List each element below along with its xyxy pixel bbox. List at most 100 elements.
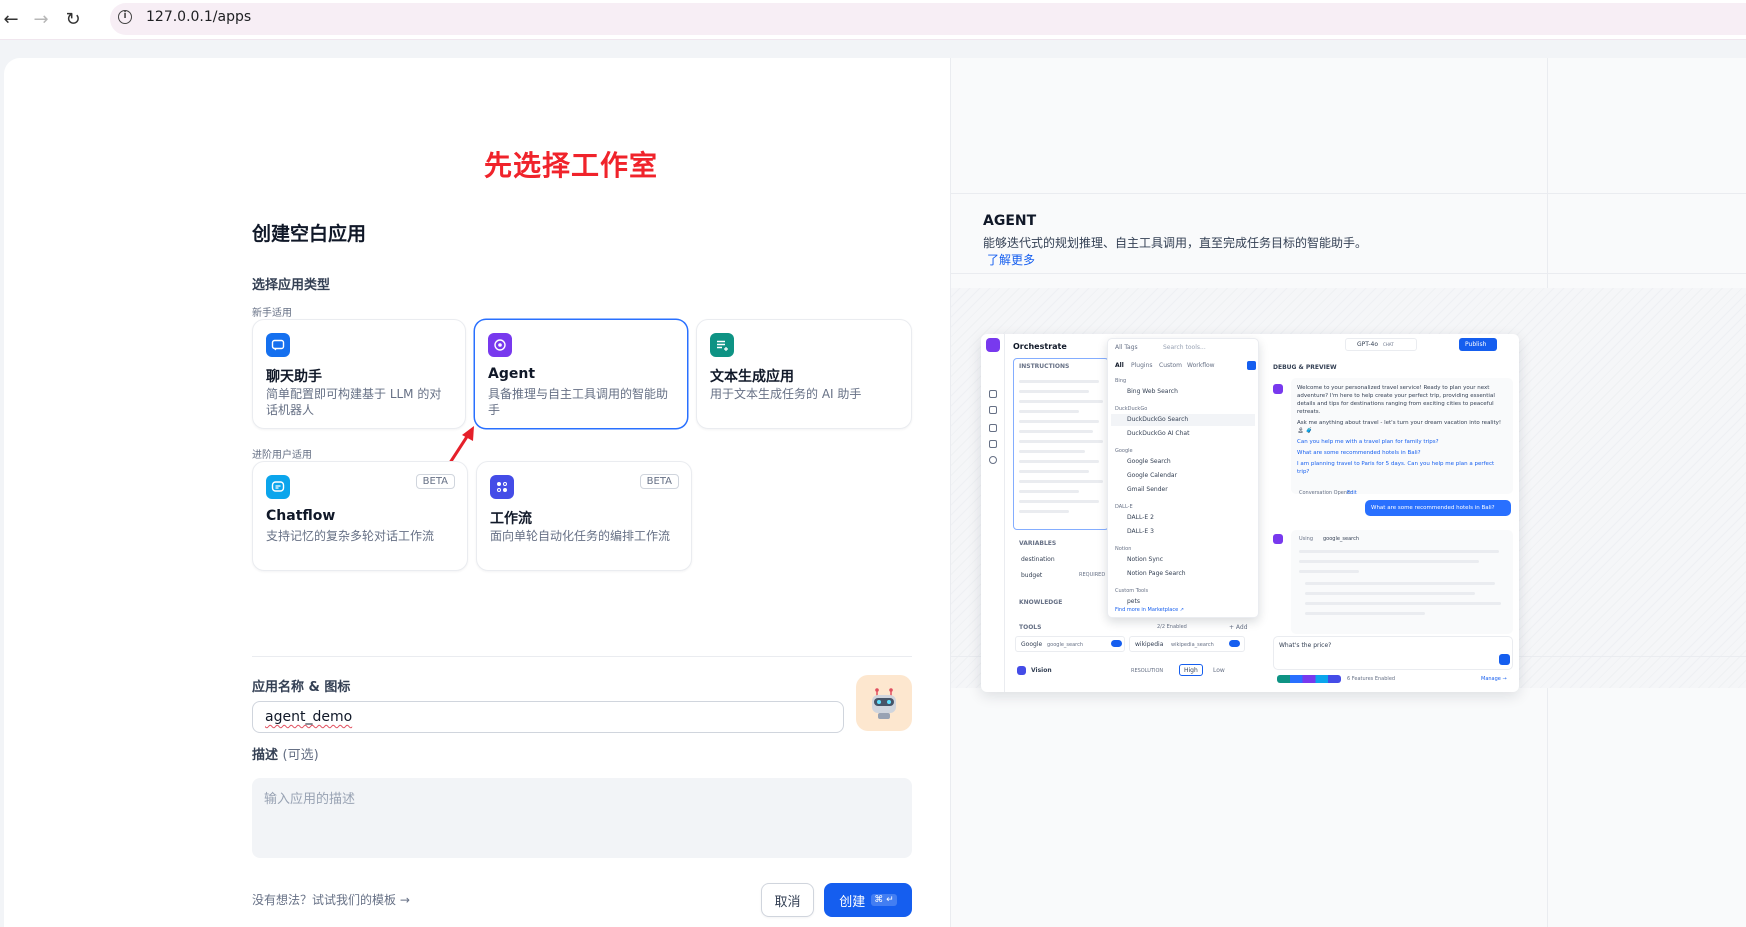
mock-orchestrate: Orchestrate bbox=[1013, 342, 1067, 351]
mock-line bbox=[1299, 570, 1359, 573]
card-name: Agent bbox=[488, 366, 536, 382]
reload-icon[interactable]: ↻ bbox=[62, 8, 84, 30]
app-type-agent[interactable]: Agent 具备推理与自主工具调用的智能助手 bbox=[474, 319, 688, 429]
mock-user-message: What are some recommended hotels in Bali… bbox=[1365, 500, 1511, 516]
mock-line bbox=[1019, 460, 1099, 463]
mock-all-tags: All Tags bbox=[1115, 344, 1138, 351]
mock-suggestion: I am planning travel to Paris for 5 days… bbox=[1297, 461, 1495, 475]
grid-line bbox=[951, 193, 1746, 194]
grid-line bbox=[951, 273, 1746, 274]
app-type-text-generation[interactable]: 文本生成应用 用于文本生成任务的 AI 助手 bbox=[696, 319, 912, 429]
divider bbox=[252, 656, 912, 657]
mock-edit: Edit bbox=[1347, 490, 1357, 496]
mock-find-more: Find more in Marketplace ↗ bbox=[1115, 607, 1184, 613]
template-link-text: 没有想法？试试我们的模板 bbox=[252, 893, 397, 907]
create-button[interactable]: 创建 ⌘ ↵ bbox=[824, 883, 912, 917]
mock-line bbox=[1019, 410, 1079, 413]
mock-tool: Google bbox=[1021, 641, 1043, 648]
create-app-panel: 先选择工作室 创建空白应用 选择应用类型 新手适用 聊天助手 简单配置即可构建基… bbox=[4, 58, 950, 927]
mock-using: Using bbox=[1299, 536, 1313, 542]
address-bar[interactable] bbox=[110, 3, 1746, 35]
mock-line bbox=[1305, 582, 1495, 585]
mock-rail-icon bbox=[989, 406, 997, 414]
arrow-right-icon: → bbox=[399, 893, 410, 907]
page: 先选择工作室 创建空白应用 选择应用类型 新手适用 聊天助手 简单配置即可构建基… bbox=[0, 40, 1746, 927]
card-desc: 简单配置即可构建基于 LLM 的对话机器人 bbox=[266, 387, 442, 417]
learn-more-link[interactable]: 了解更多 bbox=[987, 251, 1035, 268]
desc-placeholder: 输入应用的描述 bbox=[264, 792, 356, 807]
mock-var: budget bbox=[1021, 572, 1043, 579]
mock-vision: Vision bbox=[1031, 667, 1052, 674]
mock-tool-item: Bing Web Search bbox=[1127, 388, 1178, 395]
workflow-icon bbox=[490, 475, 514, 499]
preview-desc: 能够迭代式的规划推理、自主工具调用，直至完成任务目标的智能助手。 bbox=[983, 236, 1368, 250]
mock-instructions-label: INSTRUCTIONS bbox=[1019, 363, 1070, 370]
mock-line bbox=[1019, 510, 1069, 513]
app-type-chat-assistant[interactable]: 聊天助手 简单配置即可构建基于 LLM 的对话机器人 bbox=[252, 319, 466, 429]
mock-model-select bbox=[1345, 338, 1417, 351]
mock-manage: Manage → bbox=[1481, 676, 1507, 682]
mock-search-tools: Search tools... bbox=[1163, 344, 1206, 351]
mock-tool-sub: wikipedia_search bbox=[1171, 642, 1214, 648]
mock-suggestion: Can you help me with a travel plan for f… bbox=[1297, 439, 1439, 445]
advanced-label: 进阶用户适用 bbox=[252, 450, 312, 461]
mock-variables-label: VARIABLES bbox=[1019, 540, 1057, 547]
beta-badge: BETA bbox=[639, 474, 679, 489]
mock-toggle bbox=[1111, 640, 1122, 647]
mock-line bbox=[1019, 390, 1089, 393]
mock-tool-item: DALL-E 3 bbox=[1127, 528, 1154, 535]
card-name: Chatflow bbox=[266, 508, 336, 524]
mock-line bbox=[1019, 450, 1085, 453]
mock-tab: Plugins bbox=[1131, 362, 1153, 369]
mock-model: GPT-4o bbox=[1357, 341, 1379, 348]
app-type-workflow[interactable]: BETA 工作流 面向单轮自动化任务的编排工作流 bbox=[476, 461, 692, 571]
mock-line bbox=[1305, 602, 1501, 605]
mock-group: DuckDuckGo bbox=[1115, 406, 1148, 412]
text-generate-icon bbox=[710, 333, 734, 357]
mock-knowledge-label: KNOWLEDGE bbox=[1019, 599, 1063, 606]
url-text[interactable]: 127.0.0.1/apps bbox=[146, 9, 251, 25]
mock-tool-item: DALL-E 2 bbox=[1127, 514, 1154, 521]
mock-resolution: RESOLUTION bbox=[1131, 668, 1164, 674]
mock-welcome-bubble: Welcome to your personalized travel serv… bbox=[1291, 378, 1513, 494]
mock-app-icon bbox=[986, 338, 1000, 352]
mock-group: DALL-E bbox=[1115, 504, 1133, 510]
mock-bot-avatar bbox=[1273, 384, 1283, 394]
mock-rail-icon bbox=[989, 456, 997, 464]
app-type-preview-panel: AGENT 能够迭代式的规划推理、自主工具调用，直至完成任务目标的智能助手。 了… bbox=[950, 58, 1746, 927]
card-desc: 面向单轮自动化任务的编排工作流 bbox=[490, 529, 671, 543]
desc-label: 描述 (可选) bbox=[252, 744, 319, 763]
mock-opener: Conversation Opener bbox=[1299, 490, 1353, 496]
forward-icon[interactable]: → bbox=[30, 8, 52, 30]
mock-welcome: Welcome to your personalized travel serv… bbox=[1297, 385, 1495, 415]
card-desc: 用于文本生成任务的 AI 助手 bbox=[710, 387, 862, 401]
mock-high-text: High bbox=[1184, 667, 1198, 674]
create-label: 创建 bbox=[839, 894, 866, 910]
card-desc: 支持记忆的复杂多轮对话工作流 bbox=[266, 529, 435, 543]
annotation-text: 先选择工作室 bbox=[484, 149, 659, 182]
browser-toolbar: ← → ↻ i 127.0.0.1/apps bbox=[0, 0, 1746, 40]
mock-ask: Ask me anything about travel - let's tur… bbox=[1297, 420, 1502, 434]
site-info-icon[interactable]: i bbox=[118, 10, 132, 24]
mock-tools-enabled: 2/2 Enabled bbox=[1157, 624, 1187, 630]
mock-instructions-box bbox=[1013, 358, 1109, 530]
mock-line bbox=[1305, 612, 1425, 615]
template-link[interactable]: 没有想法？试试我们的模板 → bbox=[252, 891, 410, 908]
mock-line bbox=[1019, 380, 1099, 383]
app-type-chatflow[interactable]: BETA Chatflow 支持记忆的复杂多轮对话工作流 bbox=[252, 461, 468, 571]
mock-required: REQUIRED bbox=[1079, 572, 1106, 578]
app-avatar-icon[interactable] bbox=[856, 675, 912, 731]
card-name: 聊天助手 bbox=[266, 369, 322, 385]
app-name-input[interactable]: agent_demo bbox=[252, 701, 844, 733]
mock-group: Google bbox=[1115, 448, 1133, 454]
mock-tab: Custom bbox=[1159, 362, 1182, 369]
mock-line bbox=[1019, 400, 1103, 403]
mock-line bbox=[1019, 500, 1099, 503]
mock-rail bbox=[981, 334, 1005, 692]
mock-tool-item: Google Search bbox=[1127, 458, 1171, 465]
cancel-button[interactable]: 取消 bbox=[761, 883, 814, 917]
mock-bot-avatar bbox=[1273, 534, 1283, 544]
back-icon[interactable]: ← bbox=[0, 8, 22, 30]
chat-bubble-icon bbox=[266, 333, 290, 357]
app-description-input[interactable]: 输入应用的描述 bbox=[252, 778, 912, 858]
